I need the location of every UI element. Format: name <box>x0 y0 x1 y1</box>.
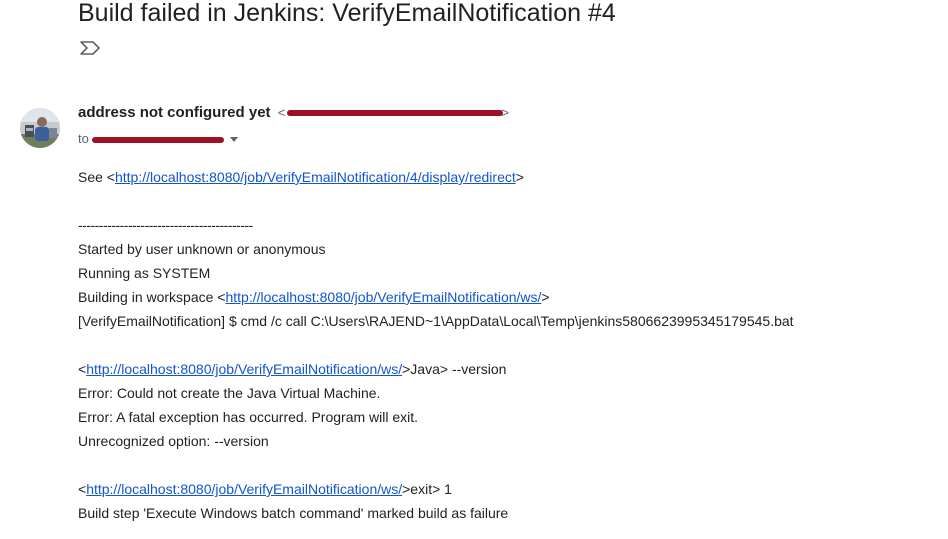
sender-email: < > <box>278 105 509 120</box>
java-workspace-link[interactable]: http://localhost:8080/job/VerifyEmailNot… <box>86 361 402 377</box>
recipient-name <box>92 131 225 146</box>
email-body: See <http://localhost:8080/job/VerifyEma… <box>78 165 794 525</box>
workspace-line: Building in workspace <http://localhost:… <box>78 285 794 309</box>
to-label: to <box>78 131 89 146</box>
separator: ----------------------------------------… <box>78 217 253 233</box>
exit-prefix: < <box>78 481 87 497</box>
exit-suffix: >exit> 1 <box>402 481 452 497</box>
java-prefix: < <box>78 361 87 377</box>
exit-line: <http://localhost:8080/job/VerifyEmailNo… <box>78 477 794 501</box>
build-step-line: Build step 'Execute Windows batch comman… <box>78 505 509 521</box>
running-line: Running as SYSTEM <box>78 265 211 281</box>
error-line-1: Error: Could not create the Java Virtual… <box>78 385 381 401</box>
email-subject: Build failed in Jenkins: VerifyEmailNoti… <box>78 0 616 27</box>
workspace-link[interactable]: http://localhost:8080/job/VerifyEmailNot… <box>225 289 541 305</box>
see-prefix: See < <box>78 169 115 185</box>
started-line: Started by user unknown or anonymous <box>78 241 326 257</box>
error-line-2: Error: A fatal exception has occurred. P… <box>78 409 419 425</box>
cmd-line: [VerifyEmailNotification] $ cmd /c call … <box>78 313 794 329</box>
sender-name[interactable]: address not configured yet <box>78 104 271 121</box>
redirect-link[interactable]: http://localhost:8080/job/VerifyEmailNot… <box>115 169 516 185</box>
avatar-image <box>20 108 60 148</box>
java-line: <http://localhost:8080/job/VerifyEmailNo… <box>78 357 794 381</box>
label-icon[interactable] <box>79 40 101 56</box>
sender-email-open: < <box>277 105 286 120</box>
sender-avatar[interactable] <box>20 108 60 148</box>
sender-line: address not configured yet < > <box>78 103 509 123</box>
java-suffix: >Java> --version <box>402 361 507 377</box>
see-suffix: > <box>515 169 524 185</box>
workspace-suffix: > <box>541 289 550 305</box>
unrecognized-line: Unrecognized option: --version <box>78 433 269 449</box>
workspace-prefix: Building in workspace < <box>78 289 226 305</box>
recipient-line: to <box>78 130 239 148</box>
redaction-mark <box>286 110 503 116</box>
redaction-mark <box>92 137 225 143</box>
exit-workspace-link[interactable]: http://localhost:8080/job/VerifyEmailNot… <box>86 481 402 497</box>
chevron-down-icon[interactable] <box>230 137 239 143</box>
see-line: See <http://localhost:8080/job/VerifyEma… <box>78 165 794 189</box>
